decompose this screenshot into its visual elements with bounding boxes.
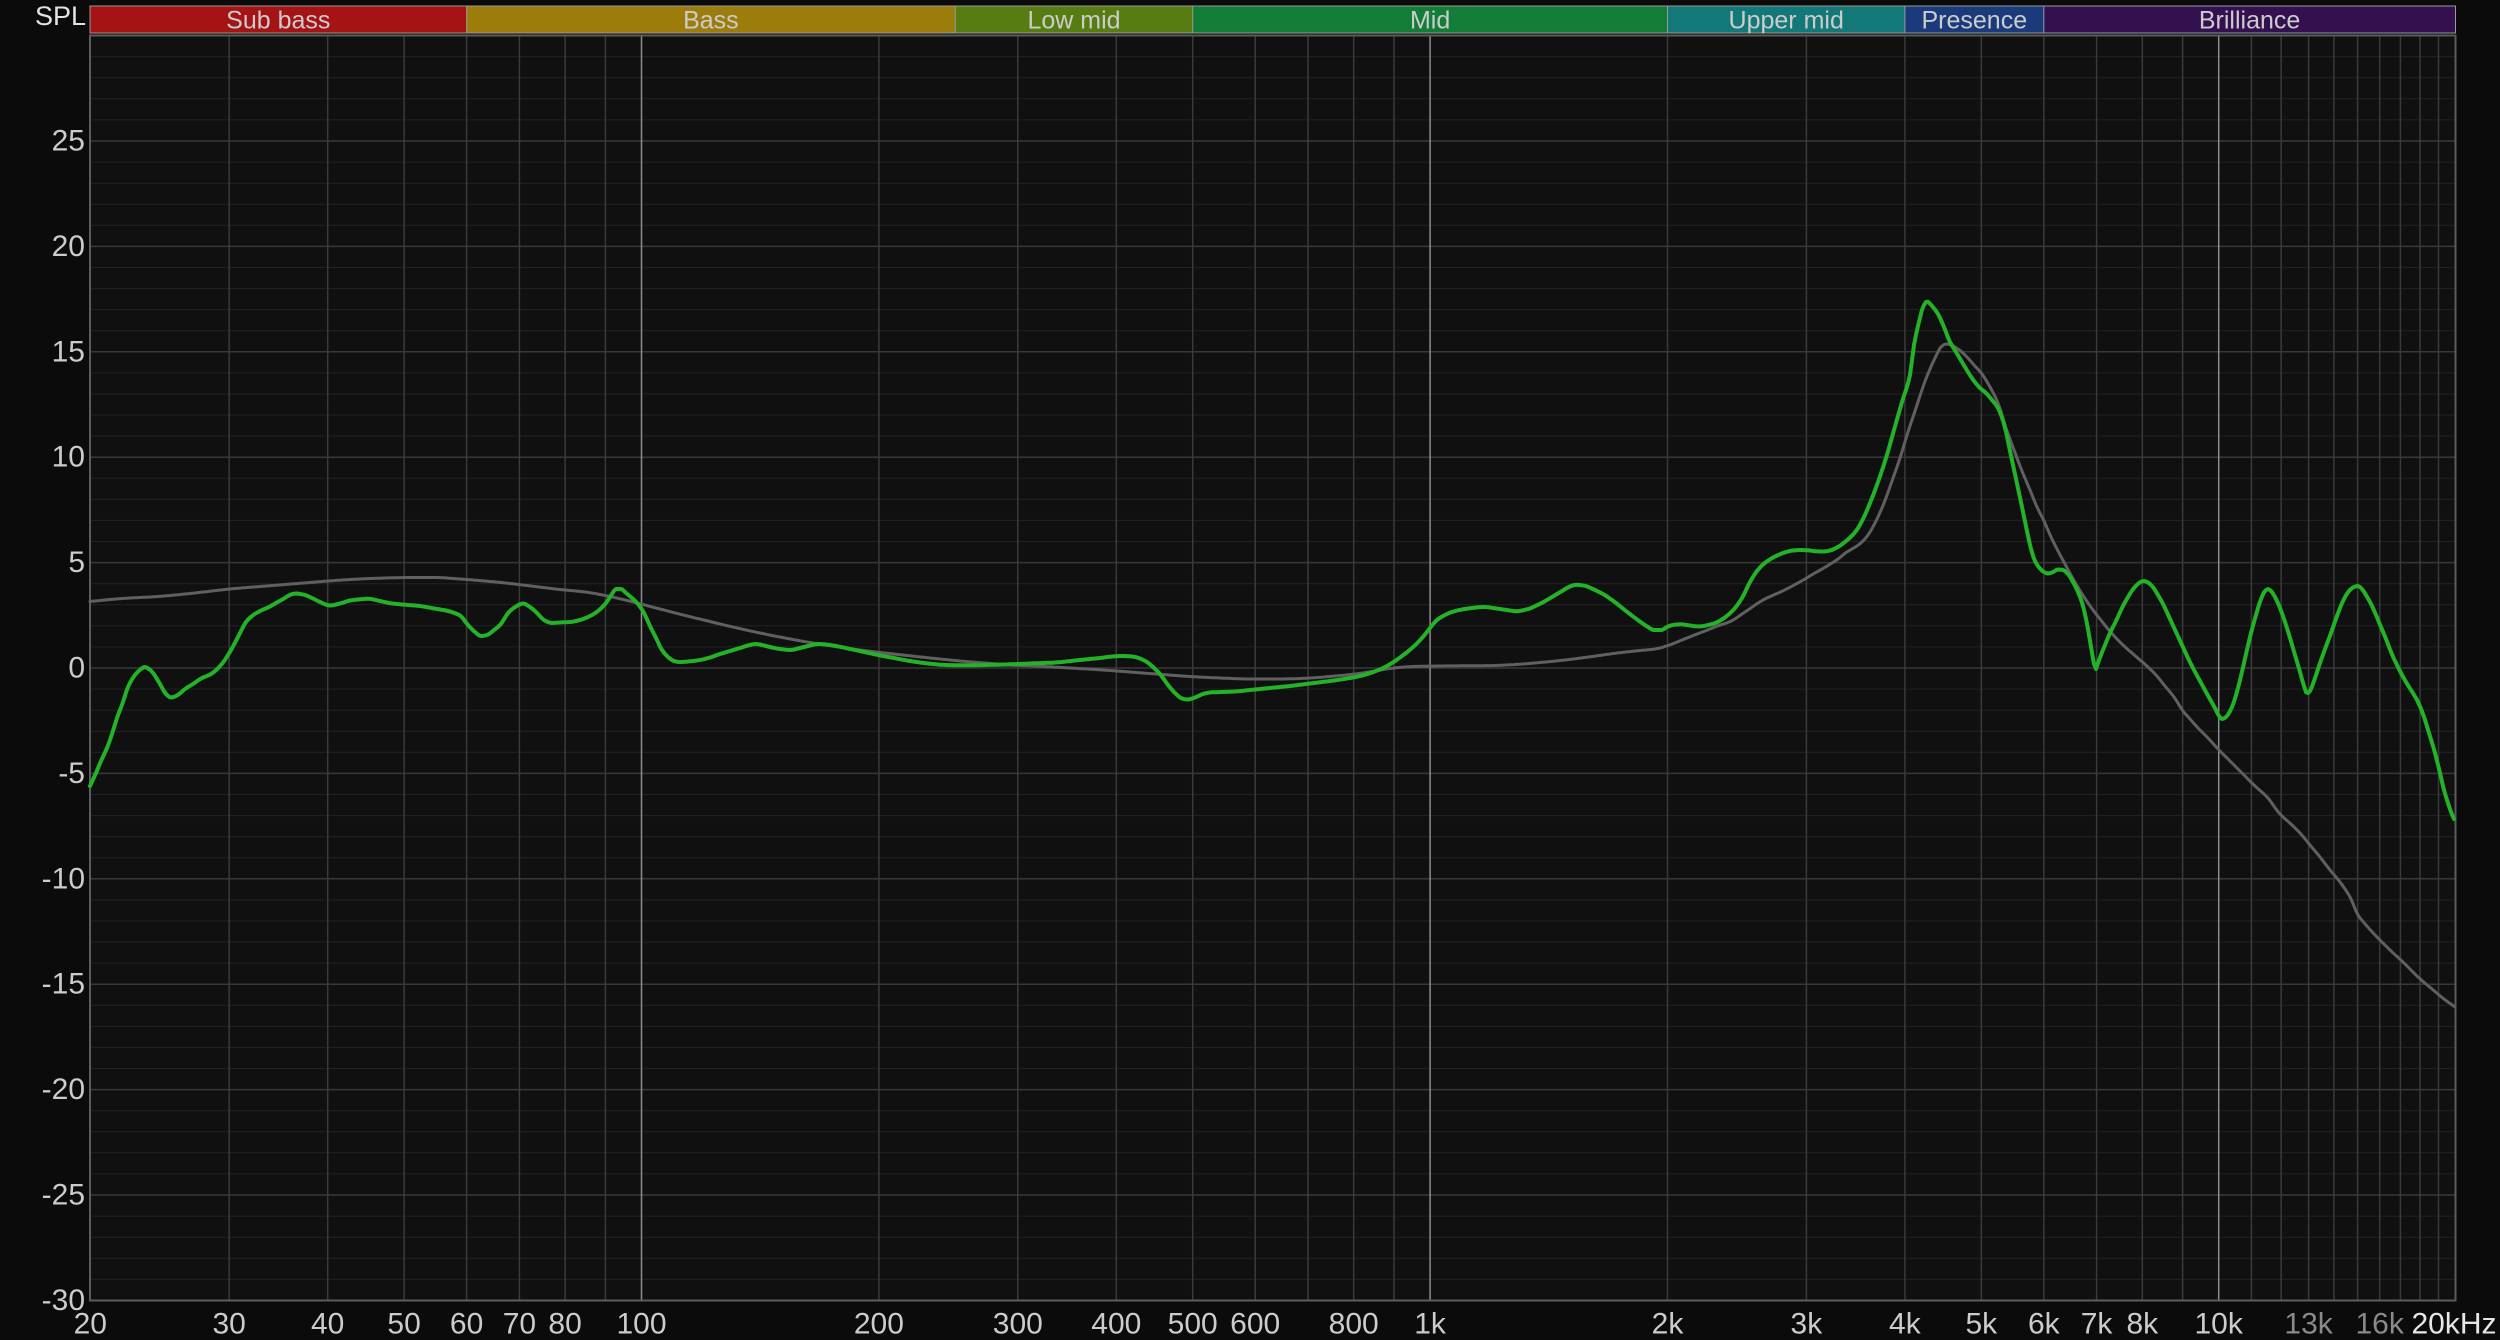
svg-text:0: 0: [68, 652, 85, 685]
svg-text:20: 20: [52, 230, 85, 263]
svg-text:Mid: Mid: [1410, 7, 1450, 35]
svg-text:6k: 6k: [2028, 1308, 2061, 1340]
svg-text:4k: 4k: [1889, 1308, 1922, 1340]
svg-text:-25: -25: [42, 1179, 85, 1212]
svg-text:7k: 7k: [2081, 1308, 2114, 1340]
svg-text:Bass: Bass: [683, 7, 739, 35]
svg-text:70: 70: [503, 1308, 536, 1340]
svg-text:-5: -5: [58, 757, 85, 790]
svg-text:5: 5: [68, 546, 85, 579]
svg-text:-20: -20: [42, 1073, 85, 1106]
svg-text:-10: -10: [42, 862, 85, 895]
svg-text:16k: 16k: [2356, 1308, 2405, 1340]
svg-text:600: 600: [1230, 1308, 1280, 1340]
svg-text:50: 50: [387, 1308, 420, 1340]
svg-text:800: 800: [1329, 1308, 1379, 1340]
svg-text:5k: 5k: [1965, 1308, 1998, 1340]
svg-text:10k: 10k: [2195, 1308, 2244, 1340]
svg-text:3k: 3k: [1791, 1308, 1824, 1340]
svg-text:15: 15: [52, 335, 85, 368]
svg-text:13k: 13k: [2284, 1308, 2333, 1340]
svg-text:25: 25: [52, 125, 85, 158]
svg-text:100: 100: [616, 1308, 666, 1340]
svg-text:Upper mid: Upper mid: [1729, 7, 1844, 35]
svg-text:Low mid: Low mid: [1027, 7, 1120, 35]
svg-text:Brilliance: Brilliance: [2199, 7, 2300, 35]
svg-text:2k: 2k: [1652, 1308, 1685, 1340]
svg-text:40: 40: [311, 1308, 344, 1340]
svg-text:20: 20: [74, 1308, 107, 1340]
svg-text:Presence: Presence: [1921, 7, 2027, 35]
svg-text:10: 10: [52, 441, 85, 474]
svg-text:80: 80: [548, 1308, 581, 1340]
svg-text:8k: 8k: [2126, 1308, 2159, 1340]
svg-text:60: 60: [450, 1308, 483, 1340]
svg-text:400: 400: [1091, 1308, 1141, 1340]
svg-text:20kHz: 20kHz: [2411, 1308, 2496, 1340]
svg-text:30: 30: [213, 1308, 246, 1340]
svg-text:SPL: SPL: [35, 1, 86, 31]
svg-text:-15: -15: [42, 968, 85, 1001]
svg-text:300: 300: [993, 1308, 1043, 1340]
svg-text:1k: 1k: [1414, 1308, 1447, 1340]
svg-text:Sub bass: Sub bass: [226, 7, 330, 35]
svg-text:200: 200: [854, 1308, 904, 1340]
svg-text:500: 500: [1168, 1308, 1218, 1340]
